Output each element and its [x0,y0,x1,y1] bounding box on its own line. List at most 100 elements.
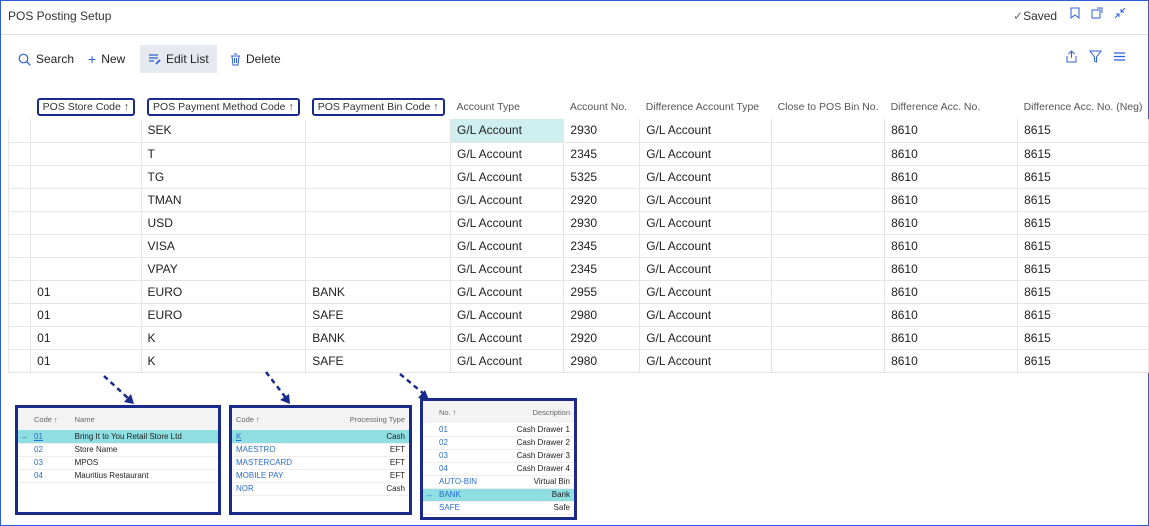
cell-account-no[interactable]: 2980 [563,349,641,373]
cell-difference-account-type[interactable]: G/L Account [639,234,773,258]
list-view-icon[interactable] [1111,50,1127,66]
cell-pos-payment-method-code[interactable]: TG [141,165,307,189]
cell-difference-acc-no-neg[interactable]: 8615 [1017,188,1149,212]
cell-difference-account-type[interactable]: G/L Account [639,303,773,327]
cell-account-type[interactable]: G/L Account [450,349,565,373]
table-row[interactable]: VISA G/L Account 2345 G/L Account 8610 8615 [7,234,1149,258]
cell-difference-account-type[interactable]: G/L Account [639,211,773,235]
store-popup-row[interactable]: 04 Mauritius Restaurant [18,469,218,483]
cell-pos-payment-bin-code[interactable] [305,211,451,235]
cell-pos-store-code[interactable]: 01 [30,349,142,373]
cell-pos-payment-method-code[interactable]: EURO [141,303,307,327]
col-difference-acc-no-neg[interactable]: Difference Acc. No. (Neg) [1018,95,1149,119]
bin-popup-code[interactable]: 04 [435,462,495,476]
cell-close-to-pos-bin-no[interactable] [771,303,886,327]
cell-difference-acc-no[interactable]: 8610 [884,349,1019,373]
method-popup-code[interactable]: K [232,430,321,444]
cell-close-to-pos-bin-no[interactable] [771,280,886,304]
table-row[interactable]: 01 K SAFE G/L Account 2980 G/L Account 8610 861… [7,349,1149,373]
share-icon[interactable] [1063,50,1079,66]
cell-difference-acc-no[interactable]: 8610 [884,280,1019,304]
bin-popup-row[interactable]: AUTO-BIN Virtual Bin [423,475,574,489]
cell-difference-account-type[interactable]: G/L Account [639,188,773,212]
col-pos-store-code[interactable]: POS Store Code ↑ [31,95,141,119]
cell-difference-acc-no-neg[interactable]: 8615 [1017,257,1149,281]
col-pos-payment-bin-code[interactable]: POS Payment Bin Code ↑ [306,95,451,119]
method-popup-header-code[interactable]: Code ↑ [232,408,321,430]
method-popup-code[interactable]: MOBILE PAY [232,469,321,483]
table-row[interactable]: TG G/L Account 5325 G/L Account 8610 8615 [7,165,1149,189]
row-selector[interactable] [7,188,32,212]
method-popup-code[interactable]: MASTERCARD [232,456,321,470]
cell-difference-account-type[interactable]: G/L Account [639,165,773,189]
cell-account-type[interactable]: G/L Account [450,142,565,166]
cell-difference-acc-no-neg[interactable]: 8615 [1017,142,1149,166]
cell-account-no[interactable]: 2920 [563,188,641,212]
cell-difference-acc-no[interactable]: 8610 [884,303,1019,327]
store-popup-row[interactable]: 03 MPOS [18,456,218,470]
cell-account-type[interactable]: G/L Account [450,211,565,235]
cell-account-type[interactable]: G/L Account [450,188,565,212]
cell-pos-store-code[interactable] [30,234,142,258]
cell-account-no[interactable]: 2980 [563,303,641,327]
cell-pos-payment-bin-code[interactable]: BANK [305,326,451,350]
store-popup-code[interactable]: 01 [30,430,71,444]
cell-account-type[interactable]: G/L Account [450,234,565,258]
store-popup-code[interactable]: 02 [30,443,71,457]
bookmark-icon[interactable] [1067,7,1083,23]
table-row[interactable]: USD G/L Account 2930 G/L Account 8610 8615 [7,211,1149,235]
cell-difference-acc-no[interactable]: 8610 [884,142,1019,166]
table-row[interactable]: 01 K BANK G/L Account 2920 G/L Account 8610 861… [7,326,1149,350]
cell-account-type[interactable]: G/L Account [450,326,565,350]
bin-popup-row[interactable]: 04 Cash Drawer 4 [423,462,574,476]
cell-pos-payment-bin-code[interactable]: BANK [305,280,451,304]
cell-pos-payment-method-code[interactable]: T [141,142,307,166]
cell-pos-payment-bin-code[interactable] [305,234,451,258]
row-selector[interactable] [7,211,32,235]
cell-close-to-pos-bin-no[interactable] [771,211,886,235]
cell-close-to-pos-bin-no[interactable] [771,349,886,373]
cell-difference-acc-no-neg[interactable]: 8615 [1017,211,1149,235]
cell-difference-acc-no-neg[interactable]: 8615 [1017,234,1149,258]
cell-difference-acc-no[interactable]: 8610 [884,211,1019,235]
row-selector[interactable] [7,165,32,189]
cell-pos-payment-method-code[interactable]: VPAY [141,257,307,281]
col-difference-acc-no[interactable]: Difference Acc. No. [885,95,1018,119]
cell-pos-store-code[interactable] [30,165,142,189]
store-popup-code[interactable]: 04 [30,469,71,483]
cell-account-type[interactable]: G/L Account [450,257,565,281]
cell-close-to-pos-bin-no[interactable] [771,119,886,143]
cell-account-type[interactable]: G/L Account [450,280,565,304]
search-button[interactable]: Search [18,45,74,73]
cell-close-to-pos-bin-no[interactable] [771,257,886,281]
col-account-type[interactable]: Account Type [451,95,564,119]
row-selector[interactable] [7,142,32,166]
cell-pos-store-code[interactable]: 01 [30,303,142,327]
cell-pos-payment-method-code[interactable]: VISA [141,234,307,258]
store-popup-row[interactable]: 02 Store Name [18,443,218,457]
table-row[interactable]: TMAN G/L Account 2920 G/L Account 8610 8615 [7,188,1149,212]
method-popup-row[interactable]: NOR Cash [232,482,409,496]
cell-close-to-pos-bin-no[interactable] [771,142,886,166]
cell-pos-payment-bin-code[interactable] [305,165,451,189]
cell-pos-payment-method-code[interactable]: K [141,326,307,350]
table-row[interactable]: 01 EURO BANK G/L Account 2955 G/L Account 8610… [7,280,1149,304]
bin-popup-code[interactable]: BANK [435,488,495,502]
cell-difference-acc-no-neg[interactable]: 8615 [1017,165,1149,189]
row-selector[interactable] [7,257,32,281]
bin-popup-row[interactable]: 01 Cash Drawer 1 [423,423,574,437]
table-row[interactable]: VPAY G/L Account 2345 G/L Account 8610 8615 [7,257,1149,281]
cell-pos-payment-bin-code[interactable] [305,188,451,212]
bin-popup-row[interactable]: 03 Cash Drawer 3 [423,449,574,463]
method-popup-header-type[interactable]: Processing Type [320,408,409,430]
cell-account-no[interactable]: 2930 [563,211,641,235]
cell-pos-payment-bin-code[interactable]: SAFE [305,303,451,327]
cell-account-no[interactable]: 2920 [563,326,641,350]
cell-pos-store-code[interactable]: 01 [30,326,142,350]
bin-popup-row[interactable]: SAFE Safe [423,501,574,515]
bin-popup-code[interactable]: SAFE [435,501,495,515]
bin-popup-code[interactable]: 03 [435,449,495,463]
cell-account-no[interactable]: 2955 [563,280,641,304]
cell-difference-account-type[interactable]: G/L Account [639,349,773,373]
collapse-icon[interactable] [1112,7,1128,23]
